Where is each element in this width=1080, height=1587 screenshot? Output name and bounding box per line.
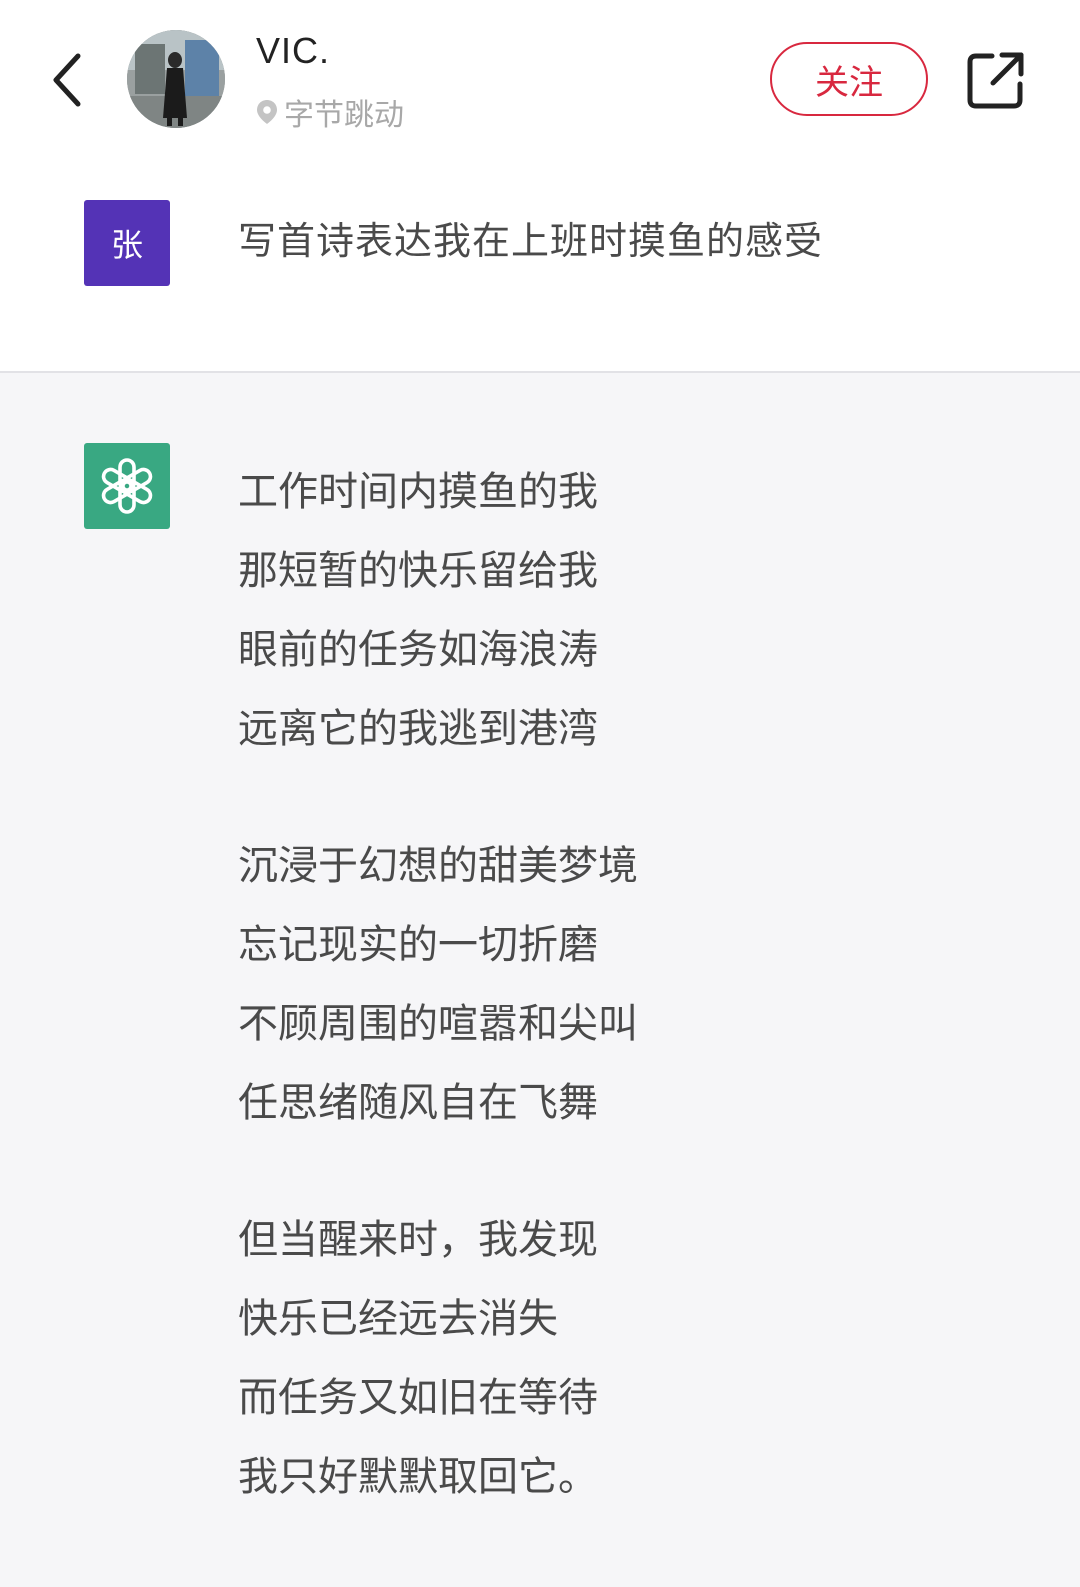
location-pin-icon [257, 100, 277, 124]
user-message-text: 写首诗表达我在上班时摸鱼的感受 [238, 219, 824, 263]
poem-line: 眼前的任务如海浪涛 [238, 627, 598, 673]
share-button[interactable] [966, 50, 1026, 110]
external-share-icon [967, 52, 1024, 109]
chevron-left-icon [53, 53, 81, 107]
poem-line: 任思绪随风自在飞舞 [238, 1080, 598, 1126]
assistant-poem: 工作时间内摸鱼的我 那短暂的快乐留给我 眼前的任务如海浪涛 远离它的我逃到港湾 … [238, 453, 638, 1575]
location-text: 字节跳动 [284, 98, 404, 133]
poem-line: 工作时间内摸鱼的我 [238, 469, 598, 515]
poem-line: 不顾周围的喧嚣和尖叫 [238, 1001, 638, 1047]
poem-line: 我只好默默取回它。 [238, 1454, 598, 1500]
assistant-message-row: 工作时间内摸鱼的我 那短暂的快乐留给我 眼前的任务如海浪涛 远离它的我逃到港湾 … [0, 373, 1080, 1587]
follow-button[interactable]: 关注 [770, 42, 928, 116]
poem-line: 忘记现实的一切折磨 [238, 922, 598, 968]
poem-line: 而任务又如旧在等待 [238, 1375, 598, 1421]
poem-line: 沉浸于幻想的甜美梦境 [238, 843, 638, 889]
user-message-row: 张 写首诗表达我在上班时摸鱼的感受 [0, 160, 1080, 371]
poem-stanza: 工作时间内摸鱼的我 那短暂的快乐留给我 眼前的任务如海浪涛 远离它的我逃到港湾 [238, 453, 638, 769]
top-bar: VIC. 字节跳动 关注 [0, 0, 1080, 160]
poem-line: 快乐已经远去消失 [238, 1296, 558, 1342]
assistant-avatar [84, 443, 170, 529]
poem-line: 但当醒来时，我发现 [238, 1217, 598, 1263]
author-avatar[interactable] [127, 30, 225, 128]
poem-line: 远离它的我逃到港湾 [238, 706, 598, 752]
openai-logo-icon [101, 458, 153, 514]
author-name[interactable]: VIC. [256, 30, 330, 72]
poem-stanza: 沉浸于幻想的甜美梦境 忘记现实的一切折磨 不顾周围的喧嚣和尖叫 任思绪随风自在飞… [238, 827, 638, 1143]
back-button[interactable] [46, 50, 90, 110]
user-avatar: 张 [84, 200, 170, 286]
poem-stanza: 但当醒来时，我发现 快乐已经远去消失 而任务又如旧在等待 我只好默默取回它。 [238, 1201, 638, 1517]
author-photo [127, 30, 225, 128]
poem-line: 那短暂的快乐留给我 [238, 548, 598, 594]
author-location: 字节跳动 [256, 90, 404, 134]
